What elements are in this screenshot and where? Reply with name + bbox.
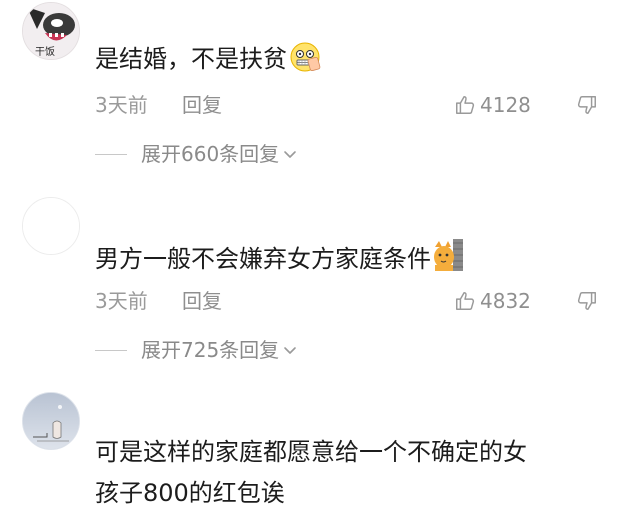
drawing-avatar-icon xyxy=(23,393,79,449)
comment-item-3: 可是这样的家庭都愿意给一个不确定的女 孩子800的红包诶 xyxy=(0,0,623,509)
user-avatar[interactable] xyxy=(22,392,80,450)
comment-text-line-2: 孩子800的红包诶 xyxy=(95,479,285,507)
comment-text-line-1: 可是这样的家庭都愿意给一个不确定的女 xyxy=(95,438,527,466)
